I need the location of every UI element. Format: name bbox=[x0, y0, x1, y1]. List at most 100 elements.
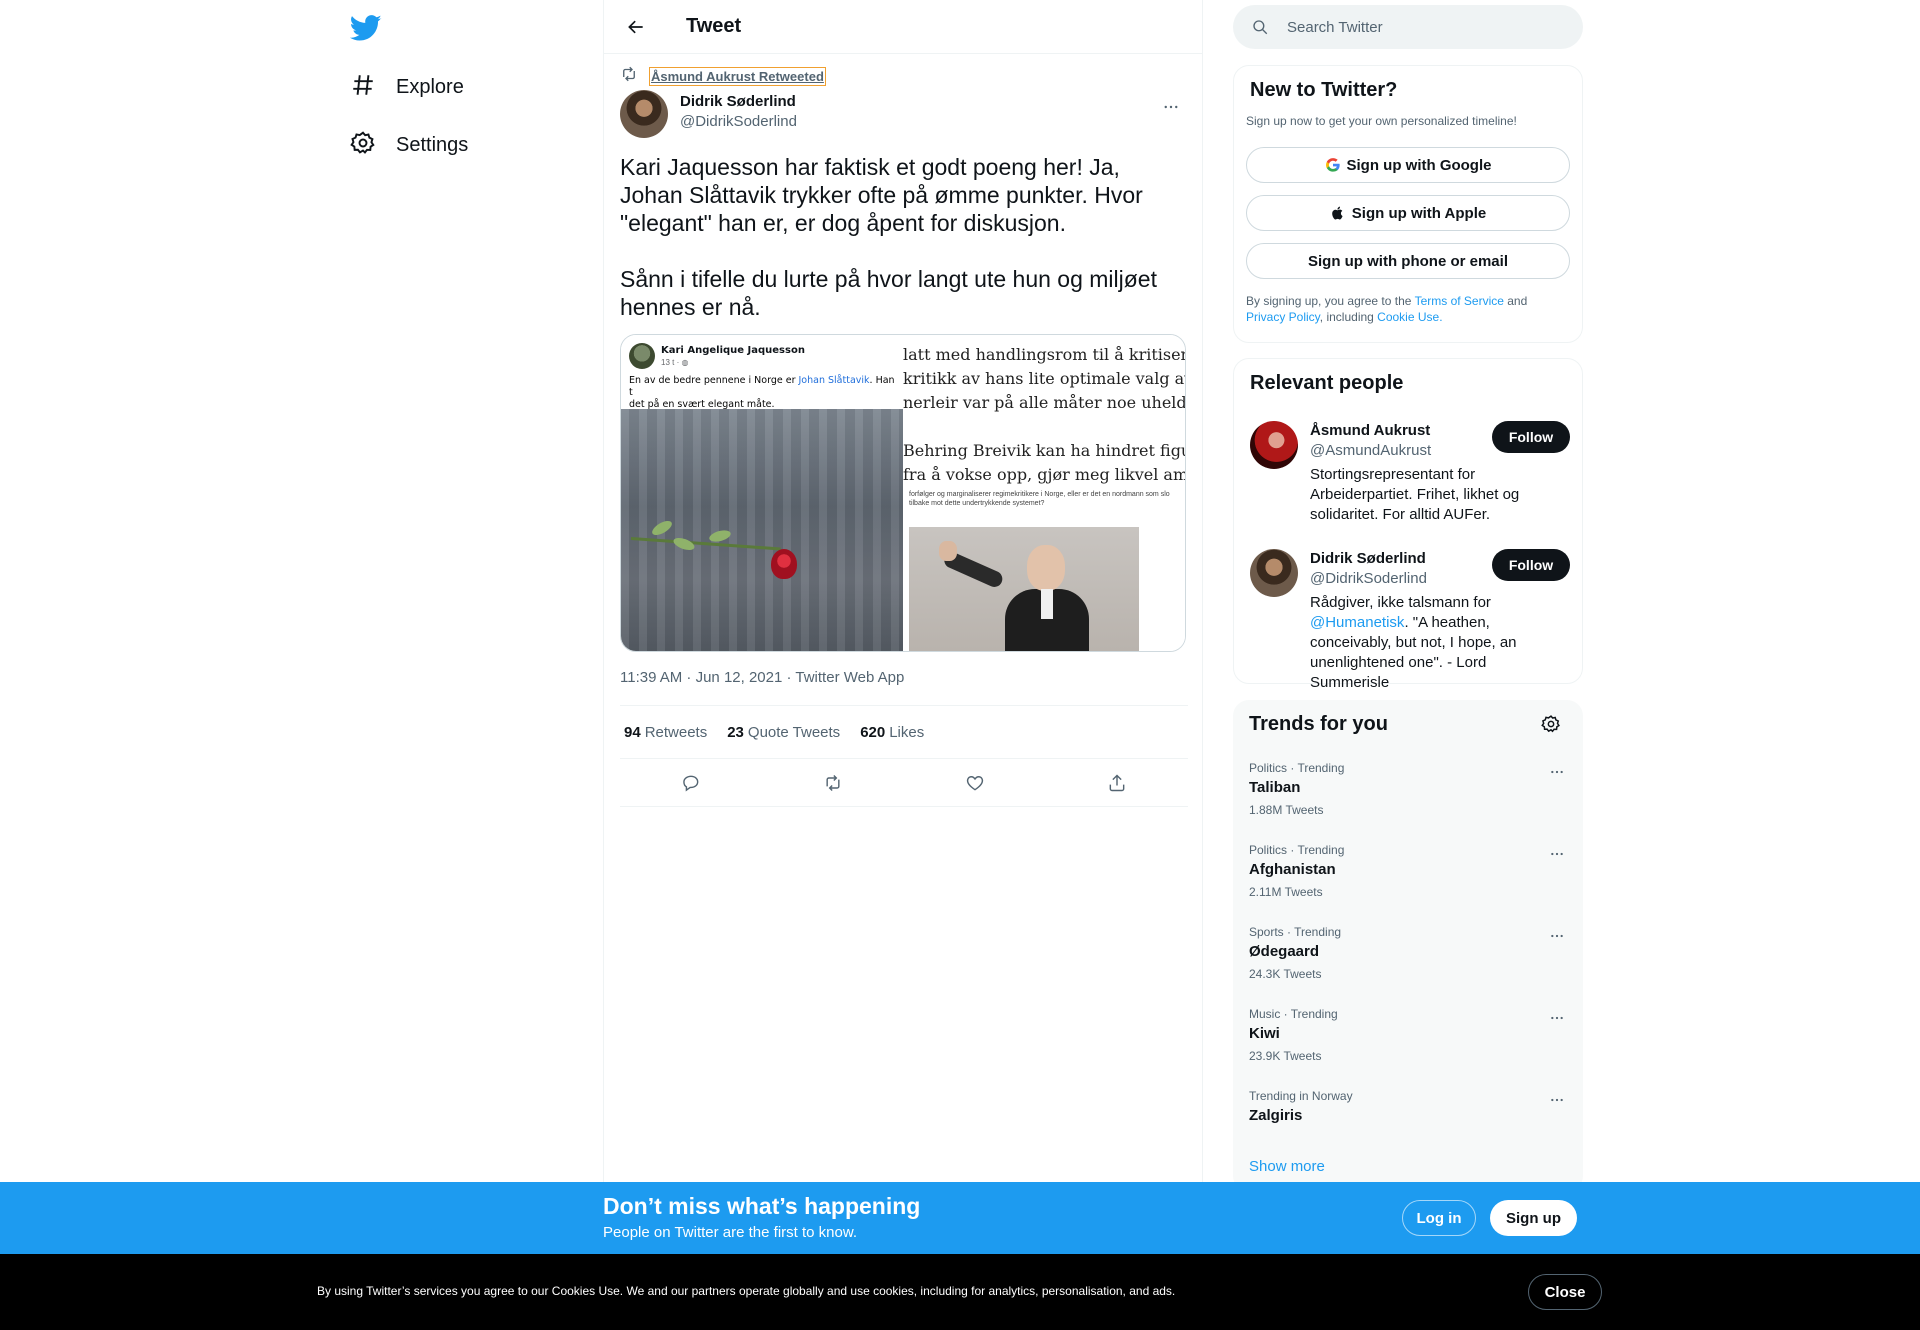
nav-explore[interactable]: Explore bbox=[350, 63, 464, 111]
nav-settings[interactable]: Settings bbox=[350, 121, 468, 169]
likes-stat[interactable]: 620 Likes bbox=[860, 724, 924, 741]
privacy-policy-link[interactable]: Privacy Policy bbox=[1246, 310, 1320, 324]
person-bio: Rådgiver, ikke talsmann for @Humanetisk.… bbox=[1310, 593, 1560, 693]
terms-and-text: and bbox=[1503, 294, 1528, 308]
follow-button[interactable]: Follow bbox=[1492, 549, 1570, 581]
share-button[interactable] bbox=[1099, 765, 1135, 801]
quote-tweets-label: Quote Tweets bbox=[747, 723, 841, 741]
google-icon bbox=[1325, 158, 1340, 172]
signup-apple-button[interactable]: Sign up with Apple bbox=[1246, 195, 1570, 231]
tweet-media[interactable]: Kari Angelique Jaquesson 13 t · ◍ En av … bbox=[620, 334, 1186, 652]
twitter-logo-icon[interactable] bbox=[349, 12, 382, 44]
show-more-link[interactable]: Show more bbox=[1249, 1158, 1325, 1175]
back-button[interactable] bbox=[618, 9, 654, 45]
signup-google-button[interactable]: Sign up with Google bbox=[1246, 147, 1570, 183]
reply-icon bbox=[683, 775, 699, 791]
terms-of-service-link[interactable]: Terms of Service bbox=[1415, 294, 1504, 308]
more-options-button[interactable] bbox=[1154, 90, 1188, 124]
tweet-actions bbox=[620, 759, 1188, 807]
person-bio: Stortingsrepresentant for Arbeiderpartie… bbox=[1310, 466, 1520, 523]
avatar[interactable] bbox=[1250, 549, 1298, 597]
search-icon bbox=[1253, 20, 1268, 35]
more-icon bbox=[1551, 770, 1563, 774]
signup-banner-title: Don’t miss what’s happening bbox=[603, 1193, 921, 1219]
trend-item[interactable]: Sports · Trending Ødegaard 24.3K Tweets bbox=[1249, 924, 1569, 982]
trend-item[interactable]: Music · Trending Kiwi 23.9K Tweets bbox=[1249, 1006, 1569, 1064]
cookie-text: By using Twitter’s services you agree to… bbox=[317, 1284, 1176, 1298]
media-image-right[interactable]: latt med handlingsrom til å kritisere Ar… bbox=[903, 335, 1185, 651]
trend-name: Ødegaard bbox=[1249, 943, 1320, 960]
likes-label: Likes bbox=[889, 723, 925, 741]
trend-item[interactable]: Politics · Trending Taliban 1.88M Tweets bbox=[1249, 760, 1569, 818]
trend-name: Taliban bbox=[1249, 779, 1301, 796]
trend-more-button[interactable] bbox=[1545, 1006, 1569, 1030]
trend-more-button[interactable] bbox=[1545, 842, 1569, 866]
person-bio-text: Rådgiver, ikke talsmann for bbox=[1310, 594, 1491, 611]
page-title: Tweet bbox=[686, 15, 742, 37]
gear-icon bbox=[350, 130, 376, 161]
trend-name: Kiwi bbox=[1249, 1025, 1280, 1042]
signup-google-label: Sign up with Google bbox=[1346, 156, 1492, 174]
trend-more-button[interactable] bbox=[1545, 924, 1569, 948]
like-button[interactable] bbox=[957, 765, 993, 801]
news-line: nerleir var på alle måter noe uheldig. bbox=[903, 393, 1185, 412]
more-icon bbox=[1164, 105, 1178, 109]
signup-button[interactable]: Sign up bbox=[1490, 1200, 1577, 1236]
signup-banner: Don’t miss what’s happening People on Tw… bbox=[0, 1182, 1920, 1254]
author-name[interactable]: Didrik Søderlind bbox=[680, 92, 797, 112]
trend-count: 24.3K Tweets bbox=[1249, 967, 1322, 981]
avatar[interactable] bbox=[1250, 421, 1298, 469]
hashtag-icon bbox=[350, 72, 376, 103]
new-to-twitter-subtitle: Sign up now to get your own personalized… bbox=[1246, 114, 1517, 128]
tweet-author: Didrik Søderlind @DidrikSoderlind bbox=[620, 90, 1188, 138]
trend-category: Politics · Trending bbox=[1249, 761, 1345, 775]
retweet-icon bbox=[826, 774, 840, 791]
tweet-timestamp[interactable]: 11:39 AM · Jun 12, 2021 · Twitter Web Ap… bbox=[620, 669, 904, 686]
signup-phone-email-label: Sign up with phone or email bbox=[1307, 252, 1508, 270]
more-icon bbox=[1551, 852, 1563, 856]
share-icon bbox=[1109, 773, 1125, 791]
cookie-banner: By using Twitter’s services you agree to… bbox=[0, 1254, 1920, 1330]
gear-icon[interactable] bbox=[1541, 714, 1561, 734]
nav-settings-label: Settings bbox=[396, 133, 469, 156]
trend-item[interactable]: Trending in Norway Zalgiris bbox=[1249, 1088, 1569, 1126]
retweet-button[interactable] bbox=[815, 765, 851, 801]
search-bar[interactable]: Search Twitter bbox=[1233, 5, 1583, 49]
author-handle[interactable]: @DidrikSoderlind bbox=[680, 112, 797, 132]
cookie-use-link[interactable]: Cookie Use. bbox=[1377, 310, 1442, 324]
trend-category: Sports · Trending bbox=[1249, 925, 1342, 939]
cookie-close-button[interactable]: Close bbox=[1528, 1274, 1602, 1310]
trends-title: Trends for you bbox=[1249, 713, 1388, 735]
tweet-text: Kari Jaquesson har faktisk et godt poeng… bbox=[620, 153, 1188, 349]
retweeter-link[interactable]: Åsmund Aukrust Retweeted bbox=[649, 67, 826, 86]
retweets-count: 94 bbox=[624, 723, 641, 741]
apple-icon bbox=[1331, 206, 1343, 220]
nav-explore-label: Explore bbox=[396, 75, 464, 98]
trend-more-button[interactable] bbox=[1545, 1088, 1569, 1112]
retweets-stat[interactable]: 94 Retweets bbox=[624, 724, 707, 741]
reply-button[interactable] bbox=[673, 765, 709, 801]
humanetisk-link[interactable]: @Humanetisk bbox=[1310, 614, 1404, 631]
retweet-icon bbox=[620, 65, 638, 88]
follow-button[interactable]: Follow bbox=[1492, 421, 1570, 453]
retweets-label: Retweets bbox=[644, 723, 708, 741]
media-image-left[interactable]: Kari Angelique Jaquesson 13 t · ◍ En av … bbox=[621, 335, 903, 651]
login-button[interactable]: Log in bbox=[1402, 1200, 1476, 1236]
search-input[interactable]: Search Twitter bbox=[1287, 19, 1383, 36]
avatar[interactable] bbox=[620, 90, 668, 138]
trend-item[interactable]: Politics · Trending Afghanistan 2.11M Tw… bbox=[1249, 842, 1569, 900]
signup-phone-email-button[interactable]: Sign up with phone or email bbox=[1246, 243, 1570, 279]
signup-apple-label: Sign up with Apple bbox=[1351, 204, 1487, 222]
new-to-twitter-title: New to Twitter? bbox=[1250, 79, 1398, 101]
trend-count: 23.9K Tweets bbox=[1249, 1049, 1322, 1063]
facebook-text-link: Johan Slåttavik bbox=[798, 375, 870, 386]
more-icon bbox=[1551, 1098, 1563, 1102]
facebook-avatar bbox=[629, 343, 655, 369]
heart-icon bbox=[966, 775, 984, 790]
quote-tweets-stat[interactable]: 23 Quote Tweets bbox=[727, 724, 840, 741]
trend-more-button[interactable] bbox=[1545, 760, 1569, 784]
more-icon bbox=[1551, 1016, 1563, 1020]
facebook-post-text: En av de bedre pennene i Norge er Johan … bbox=[629, 375, 899, 411]
trends-card: Trends for you Politics · Trending Talib… bbox=[1233, 700, 1583, 1192]
facebook-post-header: Kari Angelique Jaquesson 13 t · ◍ bbox=[629, 343, 805, 369]
